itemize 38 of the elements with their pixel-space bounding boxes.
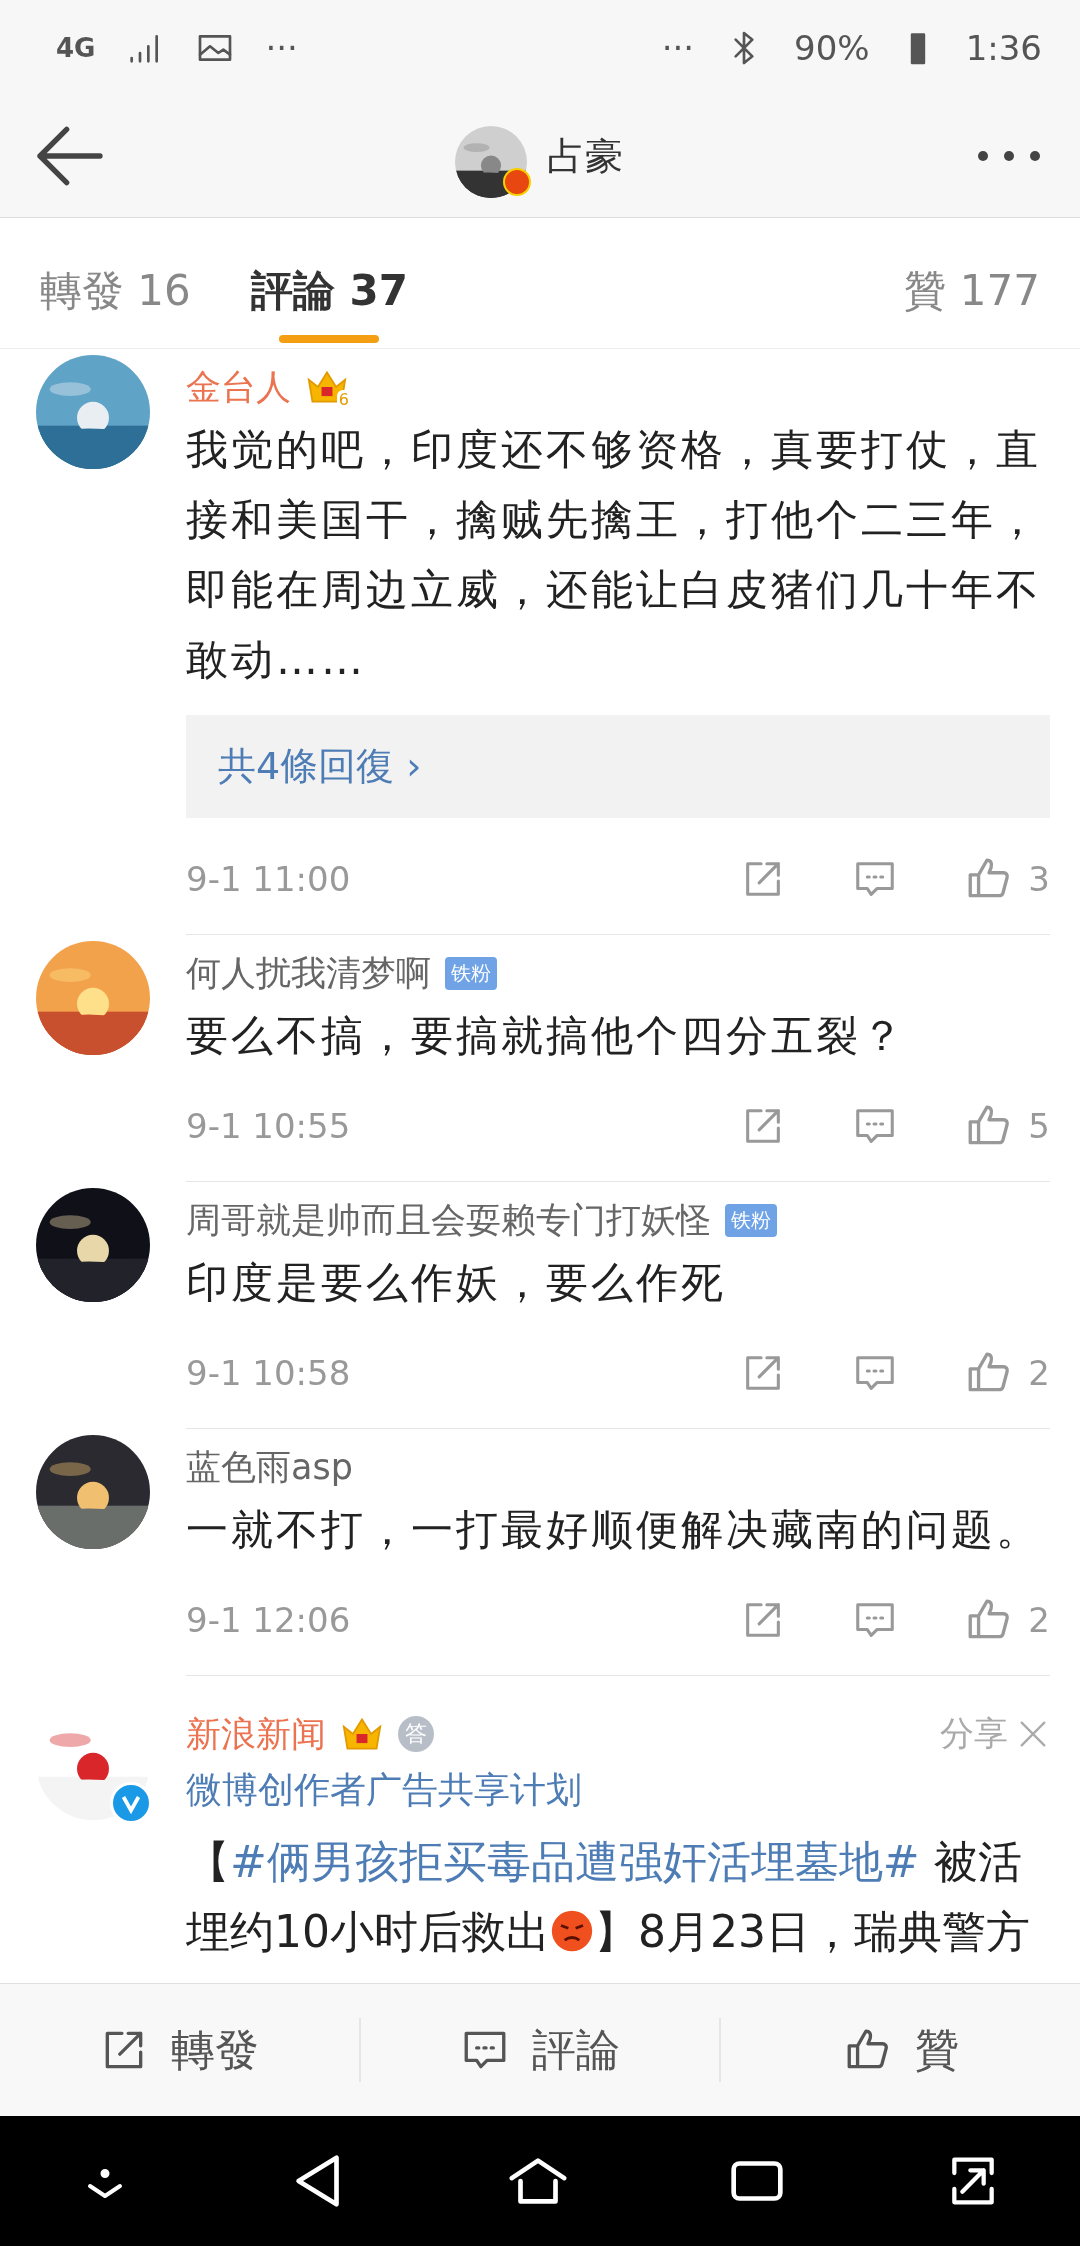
post-text: 【#俩男孩拒买毒品遭强奸活埋墓地# 被活埋约10小时后救出 】8月23日，瑞典警方 [186, 1835, 1031, 1959]
like-button[interactable]: 5 [964, 1101, 1050, 1151]
more-notifications: ··· [661, 27, 695, 68]
network-indicator: 4G [56, 32, 96, 63]
like-button[interactable]: 2 [964, 1348, 1050, 1398]
battery-level: 90% [794, 27, 870, 68]
user-name[interactable]: 蓝色雨asp [186, 1443, 353, 1491]
tab[interactable]: 評論 37 [250, 218, 408, 348]
user-name[interactable]: 金台人 [186, 363, 291, 411]
comment-time: 9-1 10:58 [186, 1353, 351, 1393]
user-name[interactable]: 何人扰我清梦啊 [186, 949, 431, 997]
ad-program-label: 微博创作者广告共享计划 [186, 1768, 583, 1812]
like-button[interactable]: 2 [964, 1595, 1050, 1645]
clock: 1:36 [965, 27, 1042, 68]
medal-badge: 答 [398, 1716, 434, 1752]
fan-badge: 铁粉 [725, 1203, 777, 1237]
tab[interactable]: 贊 177 [904, 218, 1040, 348]
replies-link[interactable]: 共4條回復 › [186, 715, 1050, 818]
angry-face-icon [550, 1909, 594, 1953]
hashtag-link[interactable]: #俩男孩拒买毒品遭强奸活埋墓地# [230, 1836, 920, 1887]
comment-text: 一就不打，一打最好顺便解决藏南的问题。 [186, 1504, 1042, 1556]
comment-time: 9-1 10:55 [186, 1106, 351, 1146]
comment-text: 要么不搞，要搞就搞他个四分五裂？ [186, 1010, 907, 1062]
comment-button[interactable]: 評論 [360, 2018, 722, 2082]
comment-text: 我觉的吧，印度还不够资格，真要打仗，直接和美国干，擒贼先擒王，打他个二三年，即能在周边立威，还能让白皮猪们几十年不敢动…… [186, 424, 1042, 686]
like-button[interactable]: 3 [964, 854, 1050, 904]
user-name[interactable]: 周哥就是帅而且会耍赖专门打妖怪 [186, 1196, 711, 1244]
user-name[interactable]: 新浪新闻 [186, 1710, 326, 1758]
tab[interactable]: 轉發 16 [40, 218, 191, 348]
fan-badge: 铁粉 [445, 956, 497, 990]
repost-button[interactable]: 轉發 [0, 2018, 361, 2082]
comment-time: 9-1 12:06 [186, 1600, 351, 1640]
like-button[interactable]: 贊 [721, 2018, 1080, 2082]
dismiss-button[interactable]: 分享 [940, 1711, 1050, 1757]
comment-text: 印度是要么作妖，要么作死 [186, 1257, 727, 1309]
page-title: 占豪 [547, 132, 623, 180]
comment-time: 9-1 11:00 [186, 859, 351, 899]
more-notifications: ··· [265, 27, 298, 68]
